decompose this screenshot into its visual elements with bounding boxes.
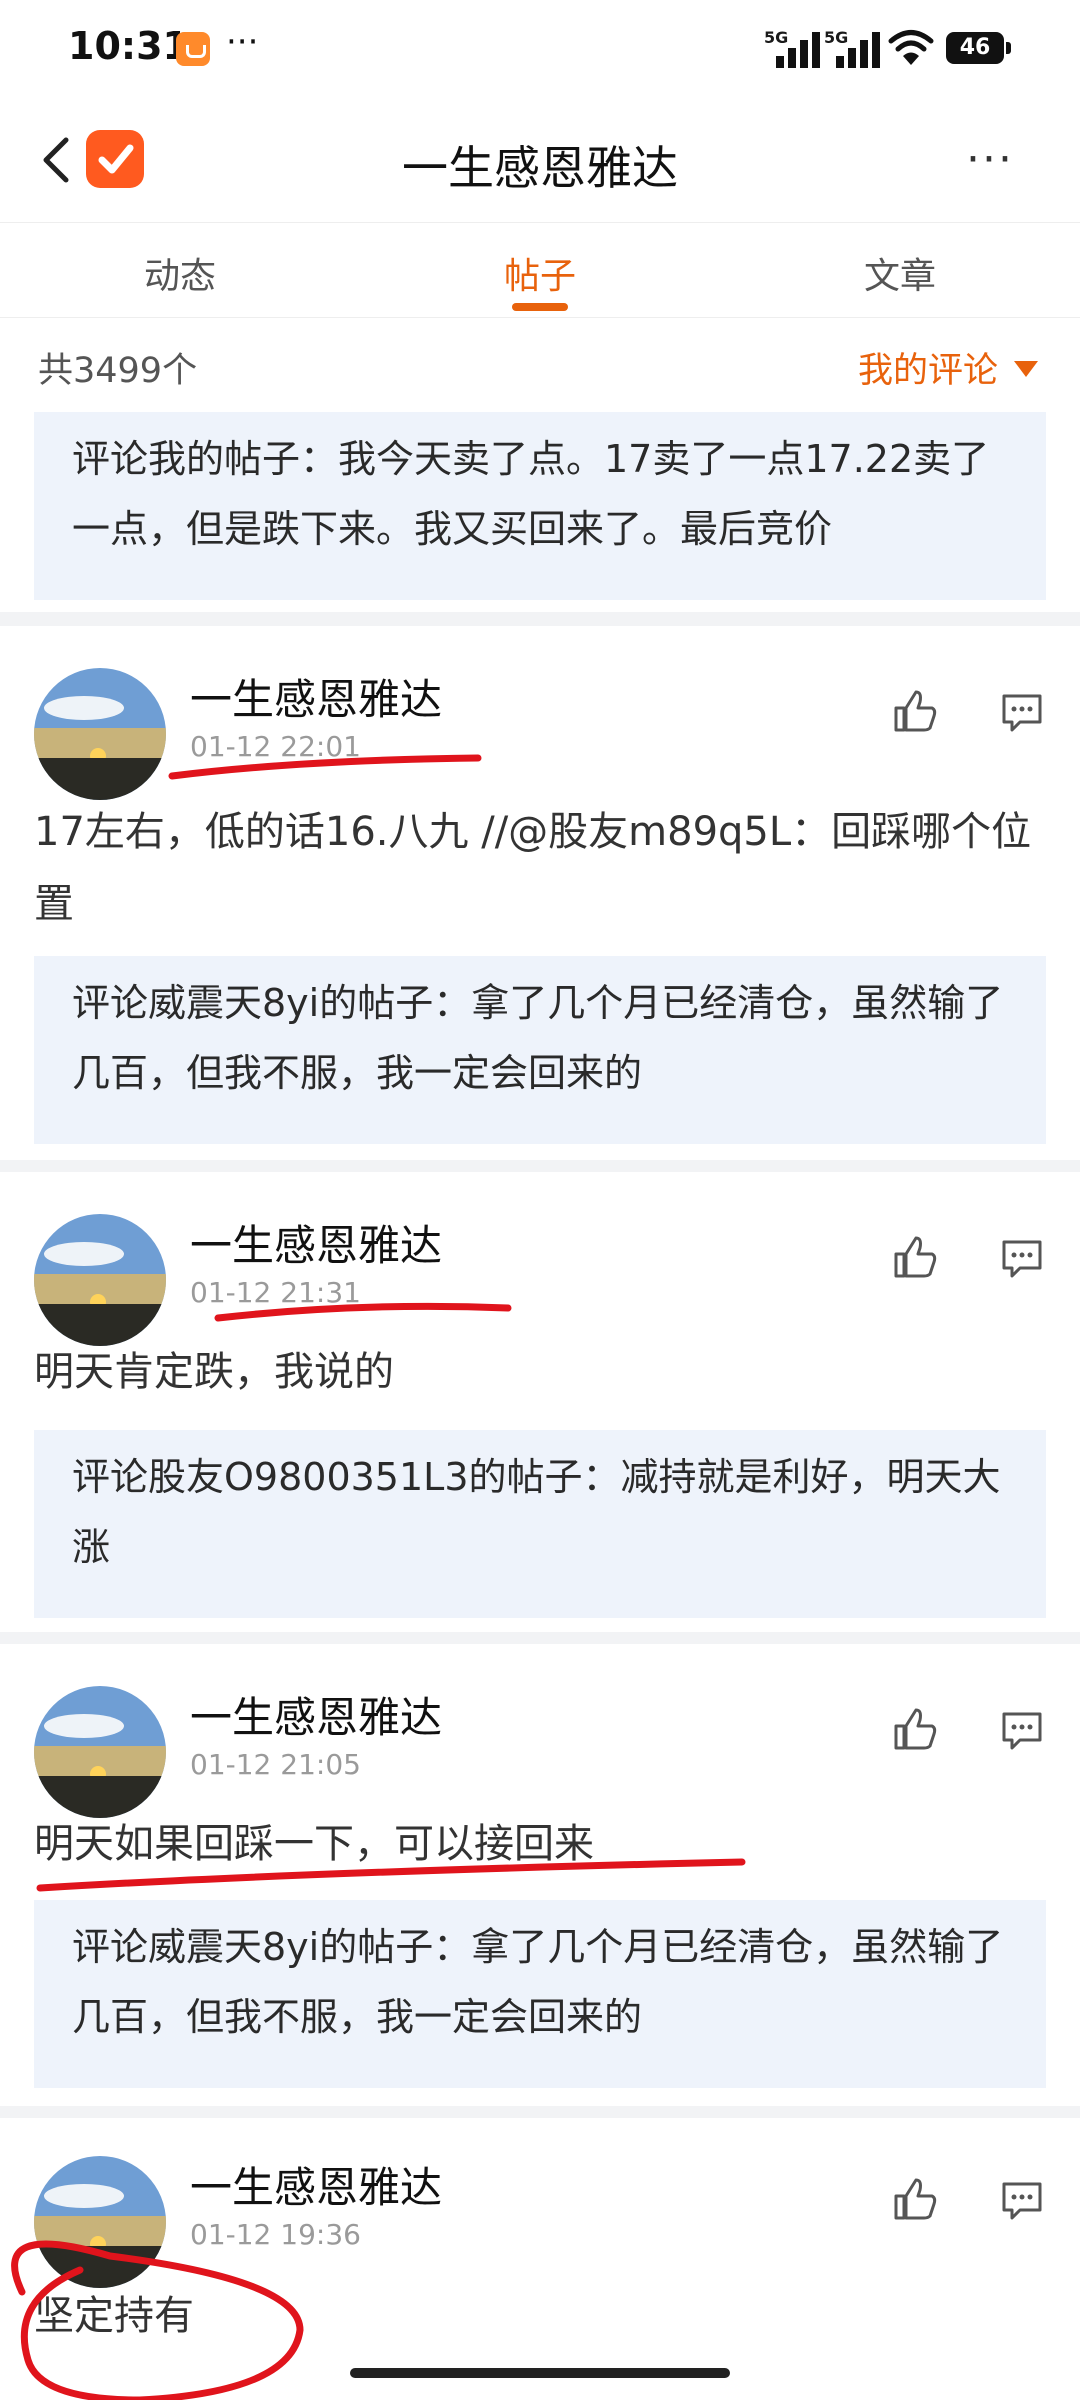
avatar[interactable] <box>34 1214 166 1346</box>
post-content[interactable]: 坚定持有 <box>34 2280 1050 2352</box>
tab-dynamics[interactable]: 动态 <box>100 247 260 299</box>
post-date: 01-12 22:01 <box>190 730 361 763</box>
tab-bar: 动态 帖子 文章 <box>0 222 1080 318</box>
shopping-app-icon <box>176 32 210 66</box>
post-card: 一生感恩雅达 01-12 21:05 明天如果回踩一下，可以接回来 评论威震天8… <box>0 1644 1080 2106</box>
comment-icon[interactable] <box>998 688 1046 736</box>
battery-level: 46 <box>959 35 991 60</box>
author-name[interactable]: 一生感恩雅达 <box>190 1212 442 1273</box>
wifi-icon <box>888 30 934 65</box>
dropdown-triangle-icon <box>1014 361 1038 377</box>
thumbs-up-icon[interactable] <box>890 1232 940 1282</box>
post-card: 一生感恩雅达 01-12 22:01 17左右，低的话16.八九 //@股友m8… <box>0 626 1080 1160</box>
post-content[interactable]: 17左右，低的话16.八九 //@股友m89q5L：回踩哪个位置 <box>34 796 1050 940</box>
filter-dropdown[interactable]: 我的评论 <box>858 342 1038 393</box>
battery-icon: 46 <box>946 32 1011 64</box>
author-name[interactable]: 一生感恩雅达 <box>190 666 442 727</box>
avatar[interactable] <box>34 1686 166 1818</box>
quoted-post[interactable]: 评论威震天8yi的帖子：拿了几个月已经清仓，虽然输了几百，但我不服，我一定会回来… <box>34 956 1046 1144</box>
post-card: 评论我的帖子：我今天卖了点。17卖了一点17.22卖了一点，但是跌下来。我又买回… <box>0 412 1080 612</box>
post-content[interactable]: 明天如果回踩一下，可以接回来 <box>34 1808 1050 1880</box>
thumbs-up-icon[interactable] <box>890 2174 940 2224</box>
post-card: 一生感恩雅达 01-12 21:31 明天肯定跌，我说的 评论股友O980035… <box>0 1172 1080 1632</box>
quoted-post[interactable]: 评论我的帖子：我今天卖了点。17卖了一点17.22卖了一点，但是跌下来。我又买回… <box>34 412 1046 600</box>
signal-label: 5G <box>764 28 789 47</box>
quoted-post[interactable]: 评论威震天8yi的帖子：拿了几个月已经清仓，虽然输了几百，但我不服，我一定会回来… <box>34 1900 1046 2088</box>
comment-icon[interactable] <box>998 2176 1046 2224</box>
thumbs-up-icon[interactable] <box>890 686 940 736</box>
home-indicator[interactable] <box>350 2368 730 2378</box>
more-icon[interactable]: ··· <box>960 134 1020 185</box>
thumbs-up-icon[interactable] <box>890 1704 940 1754</box>
post-card: 一生感恩雅达 01-12 19:36 坚定持有 <box>0 2118 1080 2400</box>
comment-icon[interactable] <box>998 1706 1046 1754</box>
status-bar: 10:31 ··· 5G 5G 46 <box>0 0 1080 100</box>
signal-5g-icon-2: 5G <box>824 28 886 68</box>
post-date: 01-12 19:36 <box>190 2218 361 2251</box>
post-count: 共3499个 <box>38 351 198 391</box>
tab-articles[interactable]: 文章 <box>820 247 980 299</box>
post-date: 01-12 21:31 <box>190 1276 361 1309</box>
signal-label-2: 5G <box>824 28 849 47</box>
author-name[interactable]: 一生感恩雅达 <box>190 1684 442 1745</box>
tab-posts[interactable]: 帖子 <box>460 247 620 299</box>
quoted-post[interactable]: 评论股友O9800351L3的帖子：减持就是利好，明天大涨 <box>34 1430 1046 1618</box>
header: 一生感恩雅达 ··· <box>0 100 1080 222</box>
post-content[interactable]: 明天肯定跌，我说的 <box>34 1336 1050 1408</box>
status-time: 10:31 <box>68 24 189 68</box>
filter-label: 我的评论 <box>857 351 998 391</box>
author-name[interactable]: 一生感恩雅达 <box>190 2154 442 2215</box>
tab-indicator <box>512 303 568 311</box>
summary-row: 共3499个 我的评论 <box>0 318 1080 412</box>
comment-icon[interactable] <box>998 1234 1046 1282</box>
signal-5g-icon: 5G <box>764 28 826 68</box>
page-title: 一生感恩雅达 <box>402 141 678 195</box>
avatar[interactable] <box>34 2156 166 2288</box>
avatar[interactable] <box>34 668 166 800</box>
post-date: 01-12 21:05 <box>190 1748 361 1781</box>
status-more: ··· <box>226 22 259 62</box>
